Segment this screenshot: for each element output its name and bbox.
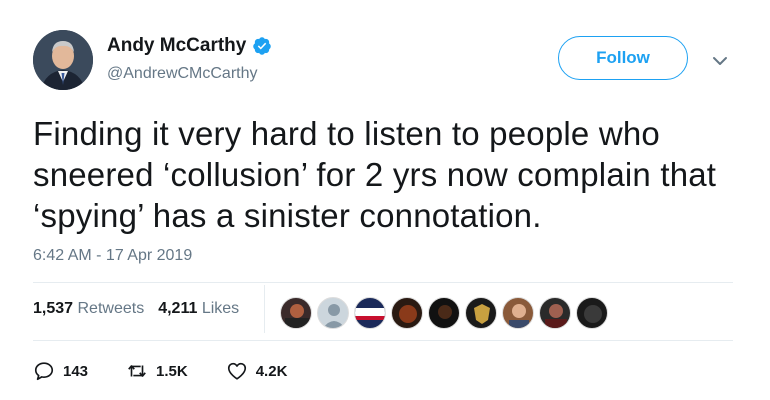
retweet-action[interactable]: 1.5K — [126, 360, 188, 382]
retweets-label: Retweets — [77, 300, 145, 317]
heart-icon — [227, 362, 246, 380]
retweet-icon — [128, 365, 146, 377]
liker-avatar[interactable] — [280, 297, 312, 329]
divider-top — [33, 282, 733, 283]
tweet-actions: 143 1.5K 4.2K — [33, 360, 325, 382]
liker-avatar[interactable] — [539, 297, 571, 329]
like-action[interactable]: 4.2K — [226, 360, 288, 382]
liker-avatar[interactable] — [428, 297, 460, 329]
tweet-timestamp[interactable]: 6:42 AM - 17 Apr 2019 — [33, 247, 192, 265]
liker-avatar[interactable] — [317, 297, 349, 329]
retweets-stat[interactable]: 1,537 Retweets — [33, 300, 144, 318]
like-count: 4.2K — [255, 362, 288, 380]
chevron-down-icon[interactable] — [710, 51, 730, 71]
retweets-count: 1,537 — [33, 300, 74, 317]
liker-avatar[interactable] — [502, 297, 534, 329]
engagement-stats: 1,537 Retweets 4,211 Likes — [33, 300, 239, 318]
liker-avatar[interactable] — [576, 297, 608, 329]
author-name[interactable]: Andy McCarthy — [107, 35, 246, 57]
reply-count: 143 — [63, 362, 89, 380]
verified-badge-icon — [253, 37, 272, 55]
follow-button[interactable]: Follow — [558, 36, 688, 80]
author-avatar[interactable] — [33, 30, 93, 90]
divider-bottom — [33, 340, 733, 341]
liker-avatar[interactable] — [354, 297, 386, 329]
likes-count: 4,211 — [158, 300, 198, 317]
tweet-text: Finding it very hard to listen to people… — [33, 115, 717, 234]
retweet-count: 1.5K — [156, 362, 188, 380]
likes-label: Likes — [201, 300, 240, 317]
author-handle[interactable]: @AndrewCMcCarthy — [107, 65, 258, 83]
stats-separator — [264, 285, 265, 333]
likers-avatars — [280, 297, 608, 329]
reply-icon — [34, 362, 54, 381]
liker-avatar[interactable] — [391, 297, 423, 329]
reply-action[interactable]: 143 — [33, 360, 88, 382]
likes-stat[interactable]: 4,211 Likes — [158, 300, 239, 318]
liker-avatar[interactable] — [465, 297, 497, 329]
